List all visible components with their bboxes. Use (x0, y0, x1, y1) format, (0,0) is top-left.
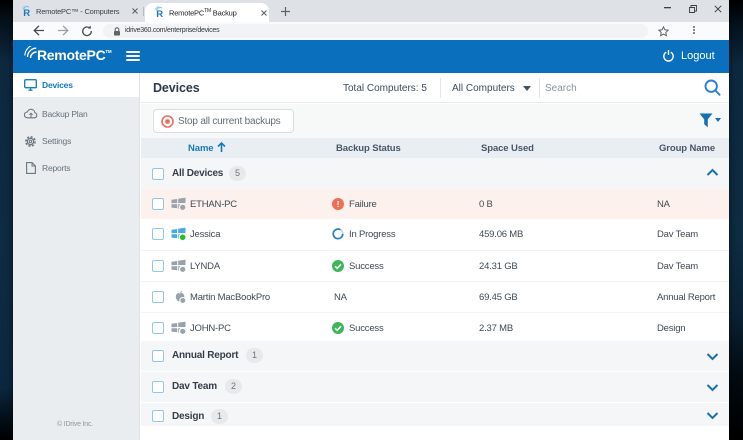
svg-text:R: R (156, 9, 163, 18)
svg-text:R: R (23, 8, 30, 17)
